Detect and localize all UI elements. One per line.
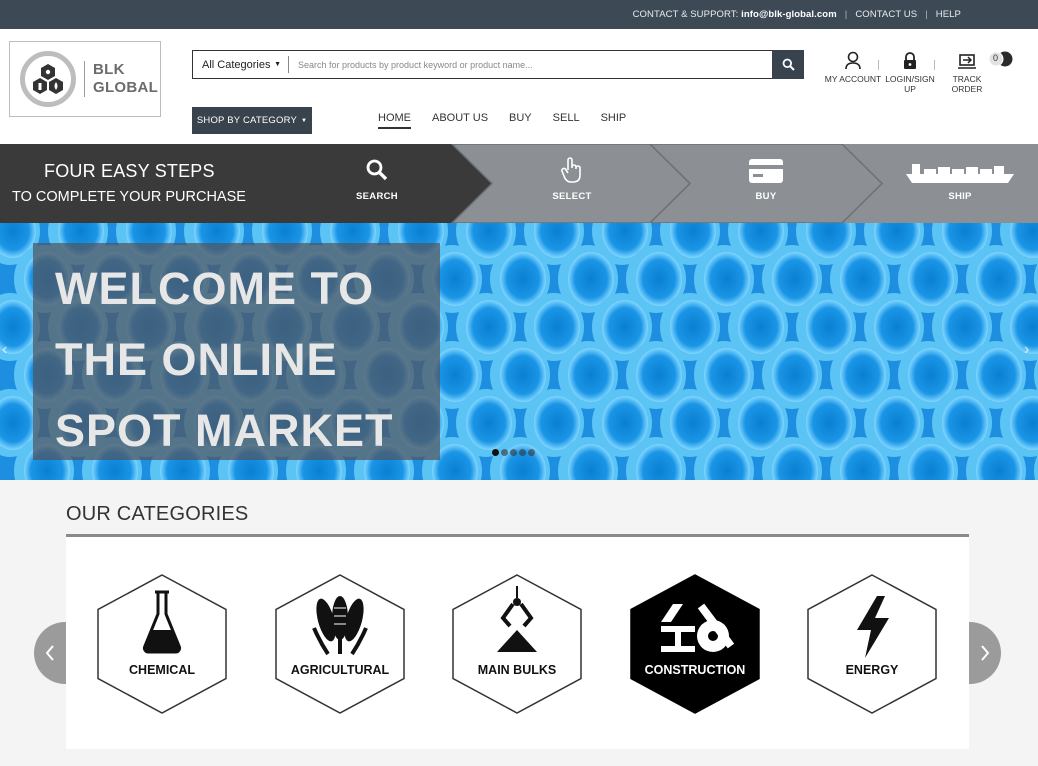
search-icon <box>782 58 795 71</box>
main-nav: HOME ABOUT US BUY SELL SHIP <box>378 112 647 129</box>
nav-home[interactable]: HOME <box>378 112 411 129</box>
grab-crane-icon <box>497 586 537 652</box>
flask-icon <box>142 590 182 654</box>
step-buy: BUY <box>721 158 811 202</box>
top-bar: CONTACT & SUPPORT: info@blk-global.com |… <box>0 0 1038 29</box>
category-main-bulks[interactable]: MAIN BULKS <box>452 574 582 714</box>
banner-dot[interactable] <box>528 449 535 456</box>
track-order-link[interactable]: TRACK ORDER <box>944 48 990 94</box>
category-agricultural-label: AGRICULTURAL <box>290 663 390 677</box>
banner-pagination <box>492 449 537 456</box>
nav-buy[interactable]: BUY <box>509 112 532 129</box>
step-ship-label: SHIP <box>948 191 972 202</box>
lightning-icon <box>857 596 889 658</box>
lock-icon <box>904 52 916 69</box>
cargo-ship-icon <box>906 164 1014 183</box>
cart-icon <box>988 51 1013 67</box>
nav-sell[interactable]: SELL <box>553 112 580 129</box>
category-agricultural[interactable]: AGRICULTURAL <box>275 574 405 714</box>
credit-card-icon <box>749 159 783 183</box>
hero-banner: WELCOME TO THE ONLINE SPOT MARKET ‹ › <box>0 223 1038 480</box>
banner-prev-icon[interactable]: ‹ <box>2 341 7 359</box>
cart-button[interactable]: 0 <box>988 51 1014 67</box>
banner-line-3: SPOT MARKET <box>55 405 394 456</box>
track-label-line-1: TRACK <box>952 74 982 84</box>
category-select[interactable]: All Categories ▼ <box>193 56 289 73</box>
steps-subtitle: TO COMPLETE YOUR PURCHASE <box>12 189 246 205</box>
divider: | <box>925 9 928 20</box>
divider: | <box>844 9 848 20</box>
banner-dot[interactable] <box>492 449 499 456</box>
banner-next-icon[interactable]: › <box>1024 341 1029 359</box>
shop-by-category-label: SHOP BY CATEGORY <box>196 115 298 126</box>
category-main-bulks-label: MAIN BULKS <box>477 663 557 677</box>
steps-chevrons <box>0 144 884 223</box>
step-select-label: SELECT <box>552 191 592 202</box>
my-account-label: MY ACCOUNT <box>824 74 882 84</box>
steps-title: FOUR EASY STEPS <box>44 161 215 181</box>
support-email-link[interactable]: info@blk-global.com <box>741 9 837 20</box>
step-select: SELECT <box>527 156 617 202</box>
support-label: CONTACT & SUPPORT: <box>632 9 739 20</box>
logo-text: BLK GLOBAL <box>84 61 158 97</box>
search-button[interactable] <box>772 50 804 79</box>
category-energy-label: ENERGY <box>845 663 899 677</box>
login-label-line-2: UP <box>904 84 916 94</box>
login-label-line-1: LOGIN/SIGN <box>885 74 935 84</box>
chevron-right-icon <box>981 645 990 661</box>
chevron-left-icon <box>45 645 54 661</box>
step-search: SEARCH <box>332 158 422 202</box>
hand-pointer-icon <box>561 157 581 183</box>
step-search-label: SEARCH <box>356 191 398 202</box>
cart-count: 0 <box>993 53 999 63</box>
divider <box>878 60 879 70</box>
banner-dot[interactable] <box>510 449 517 456</box>
categories-title: OUR CATEGORIES <box>66 503 249 525</box>
categories-prev-button[interactable] <box>34 622 66 684</box>
login-signup-link[interactable]: LOGIN/SIGN UP <box>884 48 936 94</box>
help-link[interactable]: HELP <box>936 9 961 20</box>
caret-down-icon: ▼ <box>301 117 308 124</box>
category-construction-label: CONSTRUCTION <box>644 663 746 677</box>
category-select-value: All Categories <box>202 58 271 71</box>
category-construction[interactable]: CONSTRUCTION <box>630 574 760 714</box>
steps-bar: FOUR EASY STEPS TO COMPLETE YOUR PURCHAS… <box>0 144 1038 223</box>
search-bar: All Categories ▼ <box>192 50 804 79</box>
logo-hexagon-icon <box>20 51 76 107</box>
logo[interactable]: BLK GLOBAL <box>9 41 161 117</box>
search-icon <box>366 159 388 181</box>
banner-line-2: THE ONLINE <box>55 334 338 385</box>
divider <box>934 60 935 70</box>
step-buy-label: BUY <box>755 191 777 202</box>
shop-by-category-button[interactable]: SHOP BY CATEGORY ▼ <box>192 107 312 134</box>
category-chemical[interactable]: CHEMICAL <box>97 574 227 714</box>
banner-headline-box: WELCOME TO THE ONLINE SPOT MARKET <box>33 243 440 460</box>
search-input[interactable] <box>289 52 772 77</box>
banner-line-1: WELCOME TO <box>55 263 375 314</box>
banner-dot[interactable] <box>519 449 526 456</box>
my-account-link[interactable]: MY ACCOUNT <box>824 48 882 84</box>
categories-next-button[interactable] <box>969 622 1001 684</box>
step-ship: SHIP <box>905 158 1015 202</box>
category-energy[interactable]: ENERGY <box>807 574 937 714</box>
caret-down-icon: ▼ <box>274 61 281 68</box>
track-label-line-2: ORDER <box>951 84 983 94</box>
user-icon <box>845 51 861 70</box>
banner-dot[interactable] <box>501 449 508 456</box>
corn-icon <box>312 596 368 656</box>
track-order-icon <box>958 54 976 69</box>
nav-ship[interactable]: SHIP <box>601 112 627 129</box>
logo-line-1: BLK <box>93 61 125 78</box>
contact-us-link[interactable]: CONTACT US <box>855 9 917 20</box>
steel-beam-icon <box>661 603 735 652</box>
logo-line-2: GLOBAL <box>93 79 159 96</box>
category-chemical-label: CHEMICAL <box>129 663 195 677</box>
nav-about-us[interactable]: ABOUT US <box>432 112 488 129</box>
